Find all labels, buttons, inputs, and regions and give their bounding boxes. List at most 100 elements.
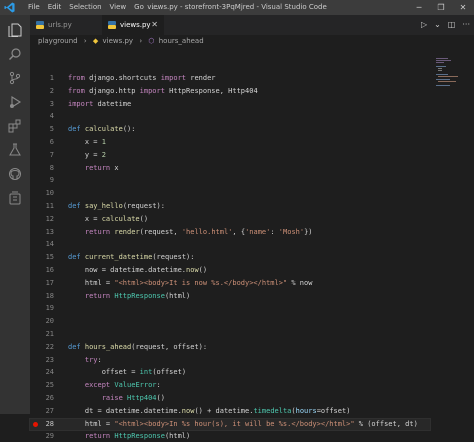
menu-more[interactable]: ... <box>152 0 159 15</box>
code-text: x = calculate() <box>68 214 149 223</box>
code-line[interactable]: 24 offset = int(offset) <box>30 367 430 378</box>
remote-explorer-icon[interactable] <box>8 191 22 205</box>
code-text: x = 1 <box>68 138 106 146</box>
code-line[interactable]: 4 <box>30 111 430 122</box>
extensions-icon[interactable] <box>8 119 22 133</box>
line-number: 5 <box>49 125 54 134</box>
code-line[interactable]: 10 <box>30 188 430 199</box>
line-number: 14 <box>45 240 54 249</box>
code-line[interactable]: 21 <box>30 329 430 340</box>
code-line[interactable]: 9 <box>30 175 430 186</box>
code-text: return HttpResponse(html) <box>84 291 191 300</box>
code-text: def say_hello(request): <box>68 202 165 210</box>
code-text: html = "<html><body>It is now %s.</body>… <box>68 278 313 287</box>
run-dropdown-icon[interactable]: ⌄ <box>434 15 441 35</box>
code-text: raise Http404() <box>101 394 165 402</box>
code-line[interactable]: 18 return HttpResponse(html) <box>30 291 430 302</box>
close-tab-icon[interactable]: ✕ <box>151 15 158 35</box>
line-number: 15 <box>45 253 54 262</box>
code-line[interactable]: 27 dt = datetime.datetime.now() + dateti… <box>30 406 430 417</box>
code-line[interactable]: 12 x = calculate() <box>30 214 430 225</box>
code-text: def current_datetime(request): <box>68 253 195 262</box>
line-number: 20 <box>45 317 54 326</box>
line-number: 29 <box>45 432 54 441</box>
menu-bar: File Edit Selection View Go ... <box>28 0 167 15</box>
breadcrumb-symbol[interactable]: hours_ahead <box>159 37 204 45</box>
line-number: 3 <box>49 99 54 108</box>
code-line[interactable]: 29 return HttpResponse(html) <box>30 431 430 442</box>
code-line[interactable]: 26 raise Http404() <box>30 393 430 404</box>
code-line[interactable]: 25 except ValueError: <box>30 380 430 391</box>
code-text: from django.shortcuts import render <box>68 74 216 82</box>
menu-view[interactable]: View <box>110 0 127 15</box>
window-controls: ─ ❐ ✕ <box>408 0 474 15</box>
code-line[interactable]: 3 import datetime <box>30 99 430 110</box>
search-icon[interactable] <box>8 47 22 61</box>
code-text: y = 2 <box>68 150 106 159</box>
code-line[interactable]: 8 return x <box>30 163 430 174</box>
line-number: 1 <box>49 74 54 82</box>
activity-bar <box>0 15 30 414</box>
line-number: 6 <box>49 138 54 146</box>
run-file-icon[interactable]: ▷ <box>421 15 427 35</box>
code-text: return render(request, 'hello.html', {'n… <box>84 227 313 236</box>
more-actions-icon[interactable]: ··· <box>462 15 470 35</box>
menu-go[interactable]: Go <box>134 0 144 15</box>
line-number: 12 <box>45 214 54 223</box>
editor-actions: ▷ ⌄ ◫ ··· <box>414 15 470 35</box>
line-number: 10 <box>45 189 54 198</box>
code-line[interactable]: 6 x = 1 <box>30 137 430 148</box>
code-line[interactable]: 22 def hours_ahead(request, offset): <box>30 342 430 353</box>
split-editor-icon[interactable]: ◫ <box>448 15 456 35</box>
tab-views-py[interactable]: views.py ✕ <box>102 15 164 35</box>
code-line[interactable]: 5 def calculate(): <box>30 124 430 135</box>
testing-icon[interactable] <box>8 143 22 157</box>
title-bar: views.py - storefront-3PqMjred - Visual … <box>0 0 474 15</box>
line-number: 8 <box>49 163 54 172</box>
minimize-icon[interactable]: ─ <box>408 0 430 15</box>
code-line[interactable]: 20 <box>30 316 430 327</box>
code-line[interactable]: 15 def current_datetime(request): <box>30 252 430 263</box>
minimap[interactable] <box>436 58 462 88</box>
code-line[interactable]: 14 <box>30 239 430 250</box>
code-line[interactable]: 2 from django.http import HttpResponse, H… <box>30 86 430 97</box>
code-text: return x <box>84 163 119 172</box>
menu-file[interactable]: File <box>28 0 40 15</box>
line-number: 16 <box>45 266 54 274</box>
chevron-right-icon: › <box>139 37 143 45</box>
code-text: import datetime <box>68 99 132 108</box>
line-number: 27 <box>45 406 54 415</box>
code-line[interactable]: 7 y = 2 <box>30 150 430 161</box>
code-line[interactable]: 13 return render(request, 'hello.html', … <box>30 227 430 238</box>
line-number: 13 <box>45 227 54 236</box>
code-editor[interactable]: 1 from django.shortcuts import render 2 fro… <box>29 48 431 440</box>
code-text: try: <box>84 355 102 364</box>
code-line[interactable]: 19 <box>30 303 430 314</box>
menu-selection[interactable]: Selection <box>69 0 101 15</box>
code-text: html = "<html><body>In %s hour(s), it wi… <box>68 419 418 428</box>
tab-bar: urls.py views.py ✕ ▷ ⌄ ◫ ··· <box>30 15 474 35</box>
code-line[interactable]: 11 def say_hello(request): <box>30 201 430 212</box>
breadcrumb-file[interactable]: views.py <box>103 37 134 45</box>
code-line[interactable]: 28 html = "<html><body>In %s hour(s), it… <box>29 417 431 431</box>
run-debug-icon[interactable] <box>8 95 22 109</box>
code-text: now = datetime.datetime.now() <box>68 266 208 274</box>
code-line[interactable]: 17 html = "<html><body>It is now %s.</bo… <box>30 278 430 289</box>
source-control-icon[interactable] <box>8 71 22 85</box>
github-icon[interactable] <box>8 167 22 181</box>
menu-edit[interactable]: Edit <box>48 0 62 15</box>
tab-urls-py[interactable]: urls.py <box>30 15 102 35</box>
explorer-icon[interactable] <box>8 23 22 37</box>
close-window-icon[interactable]: ✕ <box>452 0 474 15</box>
code-text: def hours_ahead(request, offset): <box>68 342 208 351</box>
code-line[interactable]: 23 try: <box>30 355 430 366</box>
vertical-scrollbar[interactable] <box>466 48 474 414</box>
restore-icon[interactable]: ❐ <box>430 0 452 15</box>
code-line[interactable]: 16 now = datetime.datetime.now() <box>30 265 430 276</box>
line-number: 24 <box>45 368 54 377</box>
line-number: 19 <box>45 304 54 313</box>
line-number: 25 <box>45 381 54 390</box>
code-line[interactable]: 1 from django.shortcuts import render <box>30 73 430 84</box>
code-text: except ValueError: <box>84 381 161 390</box>
breadcrumb-folder[interactable]: playground <box>38 37 78 45</box>
